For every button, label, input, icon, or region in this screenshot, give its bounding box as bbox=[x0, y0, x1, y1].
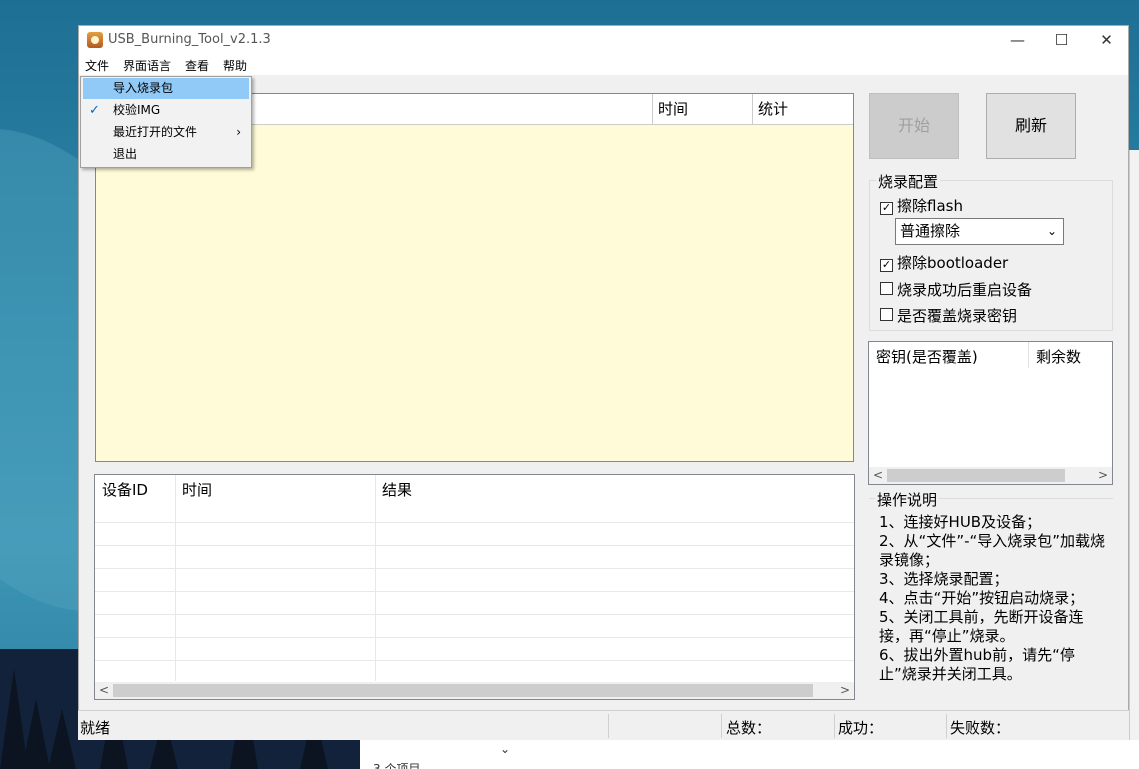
reboot-after-label: 烧录成功后重启设备 bbox=[897, 281, 1033, 299]
column-header-result[interactable]: 结果 bbox=[375, 475, 575, 523]
checkbox-checked-icon: ✓ bbox=[880, 201, 893, 215]
scroll-right-icon[interactable]: > bbox=[840, 682, 850, 699]
column-header-time[interactable]: 时间 bbox=[653, 94, 753, 125]
status-divider bbox=[608, 714, 609, 738]
horizontal-scrollbar[interactable]: < > bbox=[869, 467, 1112, 484]
status-divider bbox=[834, 714, 835, 738]
erase-mode-value: 普通擦除 bbox=[900, 222, 961, 240]
table-row bbox=[95, 660, 854, 661]
instruction-line: 3、选择烧录配置； bbox=[879, 570, 1009, 588]
chevron-down-icon: ⌄ bbox=[1046, 224, 1057, 238]
reboot-after-checkbox[interactable]: 烧录成功后重启设备 bbox=[880, 279, 1032, 300]
wallpaper-tree bbox=[48, 709, 76, 769]
scrollbar-thumb[interactable] bbox=[887, 469, 1065, 482]
instruction-line: 5、关闭工具前，先断开设备连接，再“停止”烧录。 bbox=[879, 608, 1084, 645]
status-total: 总数： bbox=[726, 719, 772, 737]
wallpaper-tree bbox=[22, 699, 50, 769]
scrollbar-thumb[interactable] bbox=[113, 684, 813, 697]
table-row bbox=[95, 591, 854, 592]
menu-item-label: 最近打开的文件 bbox=[113, 125, 198, 139]
checkbox-empty-icon bbox=[880, 308, 893, 321]
menu-item-import-package[interactable]: 导入烧录包 bbox=[83, 78, 249, 99]
checkbox-checked-icon: ✓ bbox=[880, 258, 893, 272]
menu-help[interactable]: 帮助 bbox=[223, 57, 247, 74]
overwrite-key-label: 是否覆盖烧录密钥 bbox=[897, 307, 1018, 325]
instruction-line: 1、连接好HUB及设备； bbox=[879, 513, 1042, 531]
menu-item-label: 退出 bbox=[113, 147, 138, 161]
overwrite-key-checkbox[interactable]: 是否覆盖烧录密钥 bbox=[880, 305, 1017, 326]
menu-item-label: 校验IMG bbox=[113, 103, 161, 117]
status-bar: 就绪 总数： 成功： 失败数： bbox=[78, 710, 1129, 740]
device-table[interactable]: 设备ID 时间 结果 < > bbox=[94, 474, 855, 700]
scroll-left-icon[interactable]: < bbox=[99, 682, 109, 699]
instruction-line: 4、点击“开始”按钮启动烧录； bbox=[879, 589, 1085, 607]
table-row bbox=[95, 614, 854, 615]
status-fail: 失败数： bbox=[950, 719, 1011, 737]
menu-item-label: 导入烧录包 bbox=[113, 81, 174, 95]
table-row bbox=[95, 545, 854, 546]
minimize-button[interactable]: — bbox=[995, 26, 1040, 55]
instructions-title: 操作说明 bbox=[875, 489, 940, 510]
refresh-button[interactable]: 刷新 bbox=[986, 93, 1076, 159]
menu-language[interactable]: 界面语言 bbox=[123, 57, 171, 74]
start-button[interactable]: 开始 bbox=[869, 93, 959, 159]
file-menu-dropdown: 导入烧录包 ✓ 校验IMG 最近打开的文件 › 退出 bbox=[80, 76, 252, 168]
column-divider bbox=[175, 475, 176, 681]
checkbox-empty-icon bbox=[880, 282, 893, 295]
instruction-line: 2、从“文件”-“导入烧录包”加载烧录镜像； bbox=[879, 532, 1106, 569]
table-row bbox=[95, 568, 854, 569]
menu-item-recent-files[interactable]: 最近打开的文件 › bbox=[83, 122, 249, 143]
erase-flash-checkbox[interactable]: ✓ 擦除flash bbox=[880, 195, 963, 216]
column-header-stats[interactable]: 统计 bbox=[753, 94, 853, 125]
chevron-right-icon: › bbox=[236, 125, 241, 139]
background-window-edge bbox=[1129, 150, 1139, 769]
check-icon: ✓ bbox=[89, 103, 100, 118]
menu-item-exit[interactable]: 退出 bbox=[83, 144, 249, 165]
table-row bbox=[95, 637, 854, 638]
column-header-remaining[interactable]: 剩余数 bbox=[1029, 342, 1109, 368]
burn-config-title: 烧录配置 bbox=[876, 171, 941, 192]
chevron-down-icon[interactable]: ⌄ bbox=[500, 742, 510, 756]
erase-mode-select[interactable]: 普通擦除 ⌄ bbox=[895, 218, 1064, 245]
horizontal-scrollbar[interactable]: < > bbox=[95, 682, 854, 699]
status-state: 就绪 bbox=[80, 719, 111, 737]
maximize-button[interactable]: ☐ bbox=[1039, 26, 1084, 55]
background-explorer-window bbox=[360, 740, 1139, 769]
erase-flash-label: 擦除flash bbox=[897, 197, 963, 215]
erase-bootloader-checkbox[interactable]: ✓ 擦除bootloader bbox=[880, 252, 1008, 273]
window-title: USB_Burning_Tool_v2.1.3 bbox=[108, 32, 271, 47]
menu-bar: 文件 界面语言 查看 帮助 bbox=[79, 55, 1128, 75]
status-success: 成功： bbox=[838, 719, 884, 737]
instructions-text: 1、连接好HUB及设备； 2、从“文件”-“导入烧录包”加载烧录镜像； 3、选择… bbox=[879, 513, 1111, 684]
column-header-device-id[interactable]: 设备ID bbox=[95, 475, 175, 523]
status-divider bbox=[721, 714, 722, 738]
title-bar[interactable]: USB_Burning_Tool_v2.1.3 — ☐ ✕ bbox=[79, 26, 1128, 55]
menu-file[interactable]: 文件 bbox=[85, 57, 109, 74]
menu-view[interactable]: 查看 bbox=[185, 57, 209, 74]
status-divider bbox=[946, 714, 947, 738]
menu-item-verify-img[interactable]: ✓ 校验IMG bbox=[83, 100, 249, 121]
scroll-left-icon[interactable]: < bbox=[873, 467, 883, 484]
burn-config-group: 烧录配置 ✓ 擦除flash ✓ 擦除bootloader 烧录成功后重启设备 是否… bbox=[869, 171, 1113, 331]
app-icon bbox=[87, 32, 103, 48]
erase-bootloader-label: 擦除bootloader bbox=[897, 254, 1009, 272]
column-divider bbox=[375, 475, 376, 681]
instruction-line: 6、拔出外置hub前，请先“停止”烧录并关闭工具。 bbox=[879, 646, 1075, 683]
key-table[interactable]: 密钥(是否覆盖) 剩余数 < > bbox=[868, 341, 1113, 485]
column-header-time[interactable]: 时间 bbox=[175, 475, 375, 523]
close-button[interactable]: ✕ bbox=[1084, 26, 1129, 55]
scroll-right-icon[interactable]: > bbox=[1098, 467, 1108, 484]
table-row bbox=[95, 522, 854, 523]
column-header-key[interactable]: 密钥(是否覆盖) bbox=[869, 342, 1029, 368]
background-item-count: 3 个项目 bbox=[373, 762, 421, 769]
